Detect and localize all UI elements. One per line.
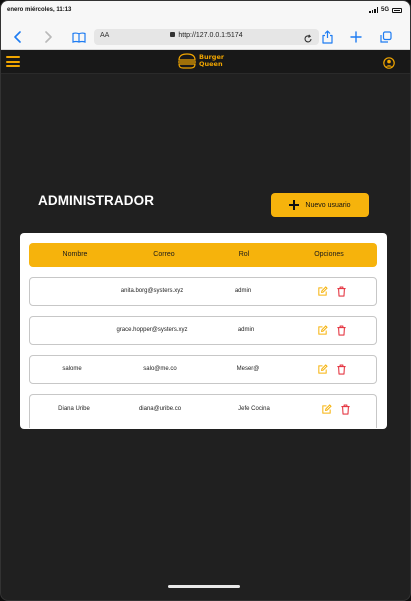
table-header: Nombre Correo Rol Opciones [29,243,377,267]
browser-toolbar: AA http://127.0.0.1:5174 [1,25,410,50]
table-row: grace.hopper@systers.xyz admin [29,316,377,345]
table-row: Diana Uribe diana@uribe.co Jefe Cocina [29,394,377,428]
logo-line2: Queen [199,60,223,68]
share-icon[interactable] [318,28,336,46]
battery-icon [392,7,402,13]
page-title: ADMINISTRADOR [38,193,155,208]
cell-email: anita.borg@systers.xyz [120,288,184,294]
tabs-icon[interactable] [377,28,395,46]
new-user-label: Nuevo usuario [305,201,351,209]
url-bar[interactable]: AA http://127.0.0.1:5174 [94,29,319,45]
lock-icon [170,32,176,37]
row-actions [317,286,347,297]
delete-icon[interactable] [336,325,347,336]
new-user-button[interactable]: Nuevo usuario [271,193,369,217]
delete-icon[interactable] [336,286,347,297]
edit-icon[interactable] [321,404,332,415]
users-table-card: Nombre Correo Rol Opciones anita.borg@sy… [20,233,387,429]
table-row: salome salo@me.co Meser@ [29,355,377,384]
home-indicator[interactable] [168,585,240,588]
cell-email: diana@uribe.co [138,406,182,412]
menu-icon[interactable] [6,55,20,68]
burger-icon [178,53,196,69]
row-actions [317,364,347,375]
cell-role: Jefe Cocina [238,406,270,412]
status-indicators: 5G [369,7,402,13]
cell-role: admin [234,288,252,294]
user-icon[interactable] [383,56,395,74]
cell-email: salo@me.co [143,366,177,372]
edit-icon[interactable] [317,325,328,336]
header-opciones: Opciones [314,251,344,258]
delete-icon[interactable] [336,364,347,375]
edit-icon[interactable] [317,286,328,297]
header-rol: Rol [238,251,250,258]
row-actions [321,404,351,415]
cell-role: admin [237,327,255,333]
url-display: http://127.0.0.1:5174 [94,32,319,39]
brand-logo: Burger Queen [177,53,224,69]
network-label: 5G [380,7,389,13]
row-actions [317,325,347,336]
cell-role: Meser@ [236,366,260,372]
app-header: Burger Queen [1,50,410,74]
plus-icon [289,200,300,210]
edit-icon[interactable] [317,364,328,375]
header-nombre: Nombre [62,251,88,258]
tablet-screen: enero miércoles, 11:13 5G AA http://127.… [0,0,411,601]
book-icon[interactable] [70,28,88,46]
cell-name: Diana Uribe [58,406,90,412]
header-correo: Correo [153,251,175,258]
url-text: http://127.0.0.1:5174 [178,32,243,39]
table-row: anita.borg@systers.xyz admin [29,277,377,306]
status-time: enero miércoles, 11:13 [7,7,72,13]
back-icon[interactable] [9,28,27,46]
forward-icon[interactable] [39,28,57,46]
cell-email: grace.hopper@systers.xyz [116,327,188,333]
cell-name: salome [62,366,82,372]
signal-icon [369,7,378,13]
delete-icon[interactable] [340,404,351,415]
new-tab-icon[interactable] [347,28,365,46]
status-bar: enero miércoles, 11:13 5G [1,1,410,25]
reload-icon[interactable] [303,31,313,49]
